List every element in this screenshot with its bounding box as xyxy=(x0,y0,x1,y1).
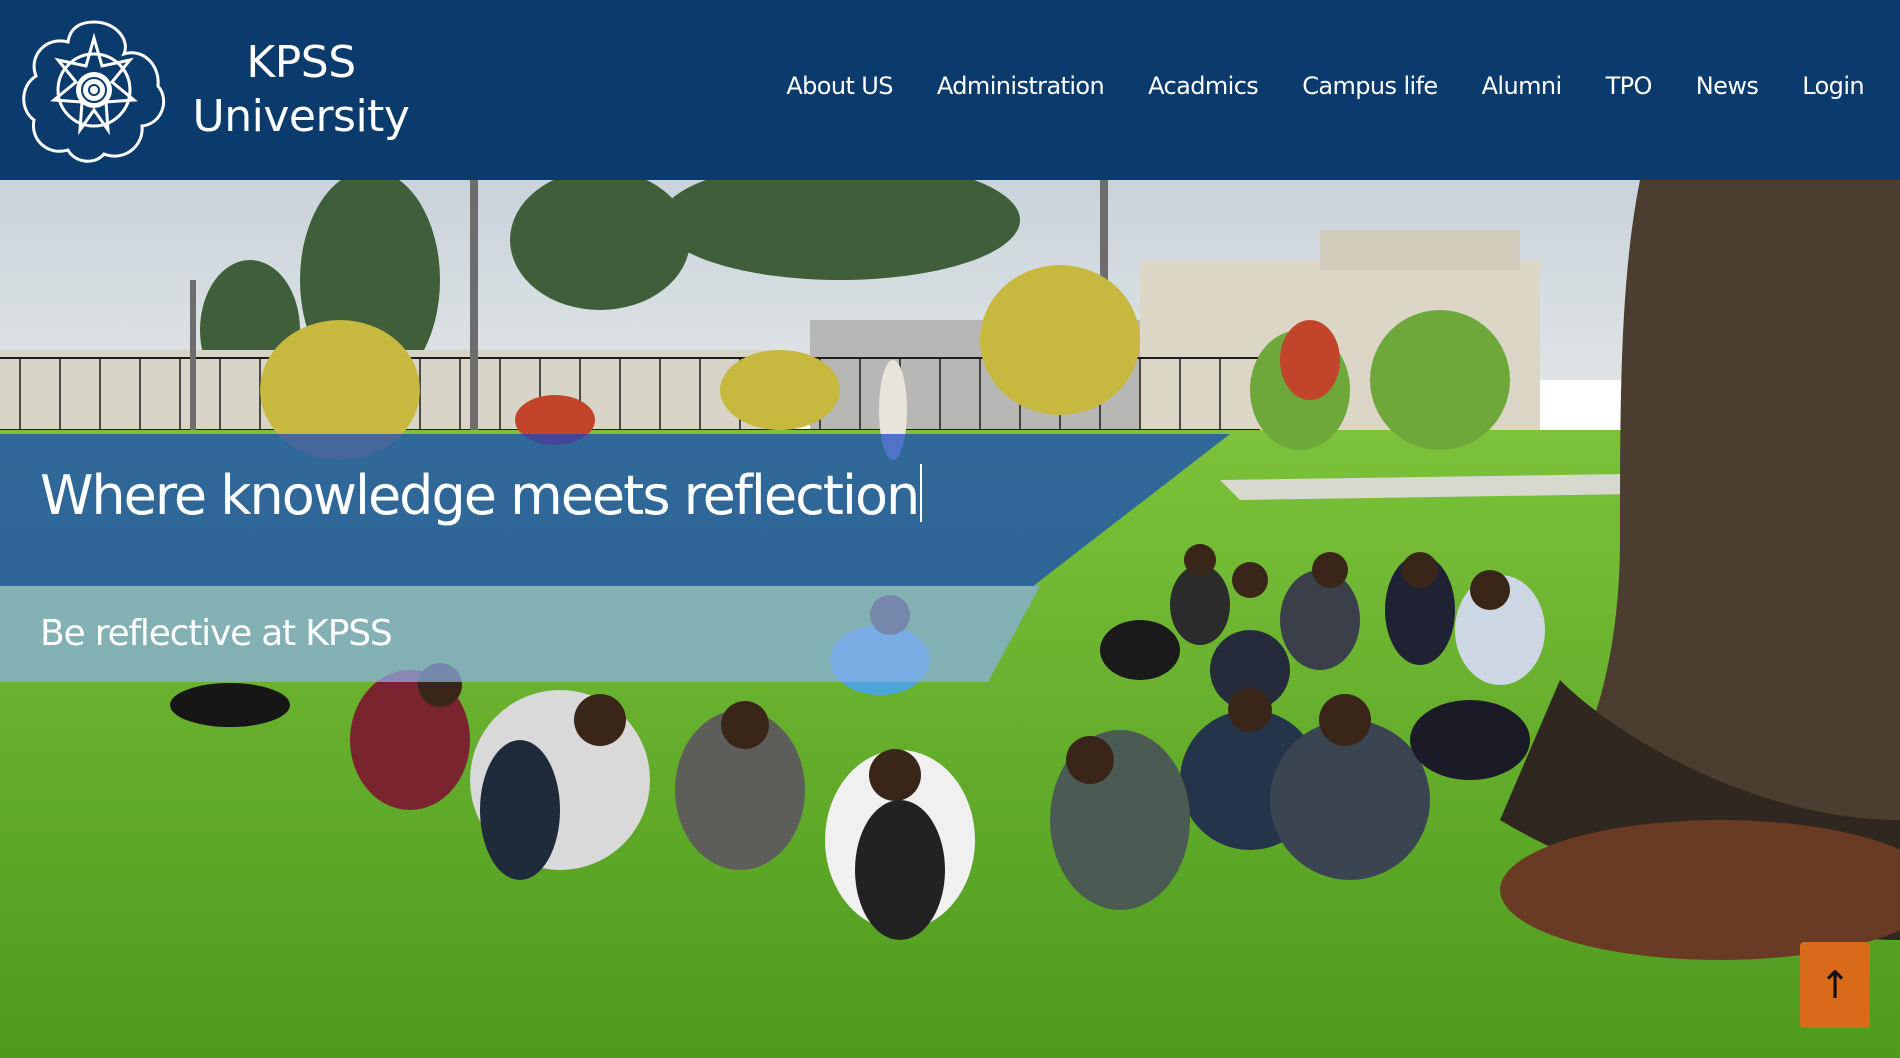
hero-subheadline: Be reflective at KPSS xyxy=(40,613,393,654)
arrow-up-icon: ↑ xyxy=(1819,963,1851,1007)
nav-link-about-us[interactable]: About US xyxy=(786,72,893,100)
nav-link-tpo[interactable]: TPO xyxy=(1606,72,1653,100)
main-nav: About US Administration Acadmics Campus … xyxy=(786,72,1864,100)
nav-link-login[interactable]: Login xyxy=(1802,72,1864,100)
site-header: KPSS University About US Administration … xyxy=(0,0,1900,180)
hero-headline-text: Where knowledge meets reflection xyxy=(40,464,920,527)
site-title-line-2: University xyxy=(192,91,410,142)
page: KPSS University About US Administration … xyxy=(0,0,1900,1058)
rose-emblem-icon[interactable] xyxy=(18,14,170,166)
nav-link-campus-life[interactable]: Campus life xyxy=(1302,72,1438,100)
hero-headline: Where knowledge meets reflection xyxy=(40,456,923,536)
hero-section: Where knowledge meets reflection Be refl… xyxy=(0,180,1900,1058)
scroll-to-top-button[interactable]: ↑ xyxy=(1800,942,1870,1028)
nav-link-alumni[interactable]: Alumni xyxy=(1482,72,1563,100)
nav-link-administration[interactable]: Administration xyxy=(937,72,1105,100)
site-title[interactable]: KPSS University xyxy=(186,36,416,144)
site-title-line-1: KPSS xyxy=(246,37,356,88)
nav-link-news[interactable]: News xyxy=(1696,72,1759,100)
nav-link-academics[interactable]: Acadmics xyxy=(1148,72,1259,100)
text-cursor xyxy=(920,464,923,522)
